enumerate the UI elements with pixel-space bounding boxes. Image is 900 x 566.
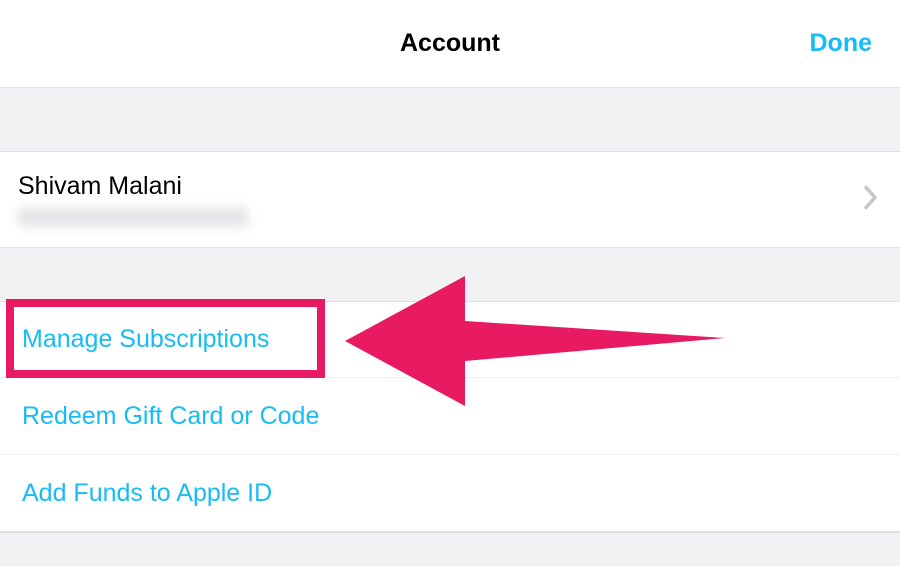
redeem-gift-card-row[interactable]: Redeem Gift Card or Code bbox=[0, 378, 900, 455]
done-button[interactable]: Done bbox=[810, 29, 873, 58]
profile-name-label: Shivam Malani bbox=[18, 172, 182, 201]
chevron-right-icon bbox=[864, 185, 878, 214]
section-gap bbox=[0, 88, 900, 151]
add-funds-row[interactable]: Add Funds to Apple ID bbox=[0, 455, 900, 532]
page-title: Account bbox=[400, 29, 500, 58]
manage-subscriptions-row[interactable]: Manage Subscriptions bbox=[0, 301, 900, 378]
profile-email-redacted bbox=[18, 207, 248, 227]
profile-row[interactable]: Shivam Malani bbox=[0, 151, 900, 248]
nav-bar: Account Done bbox=[0, 0, 900, 88]
manage-subscriptions-label: Manage Subscriptions bbox=[22, 325, 269, 354]
section-gap bbox=[0, 248, 900, 301]
redeem-gift-card-label: Redeem Gift Card or Code bbox=[22, 402, 319, 431]
add-funds-label: Add Funds to Apple ID bbox=[22, 479, 272, 508]
